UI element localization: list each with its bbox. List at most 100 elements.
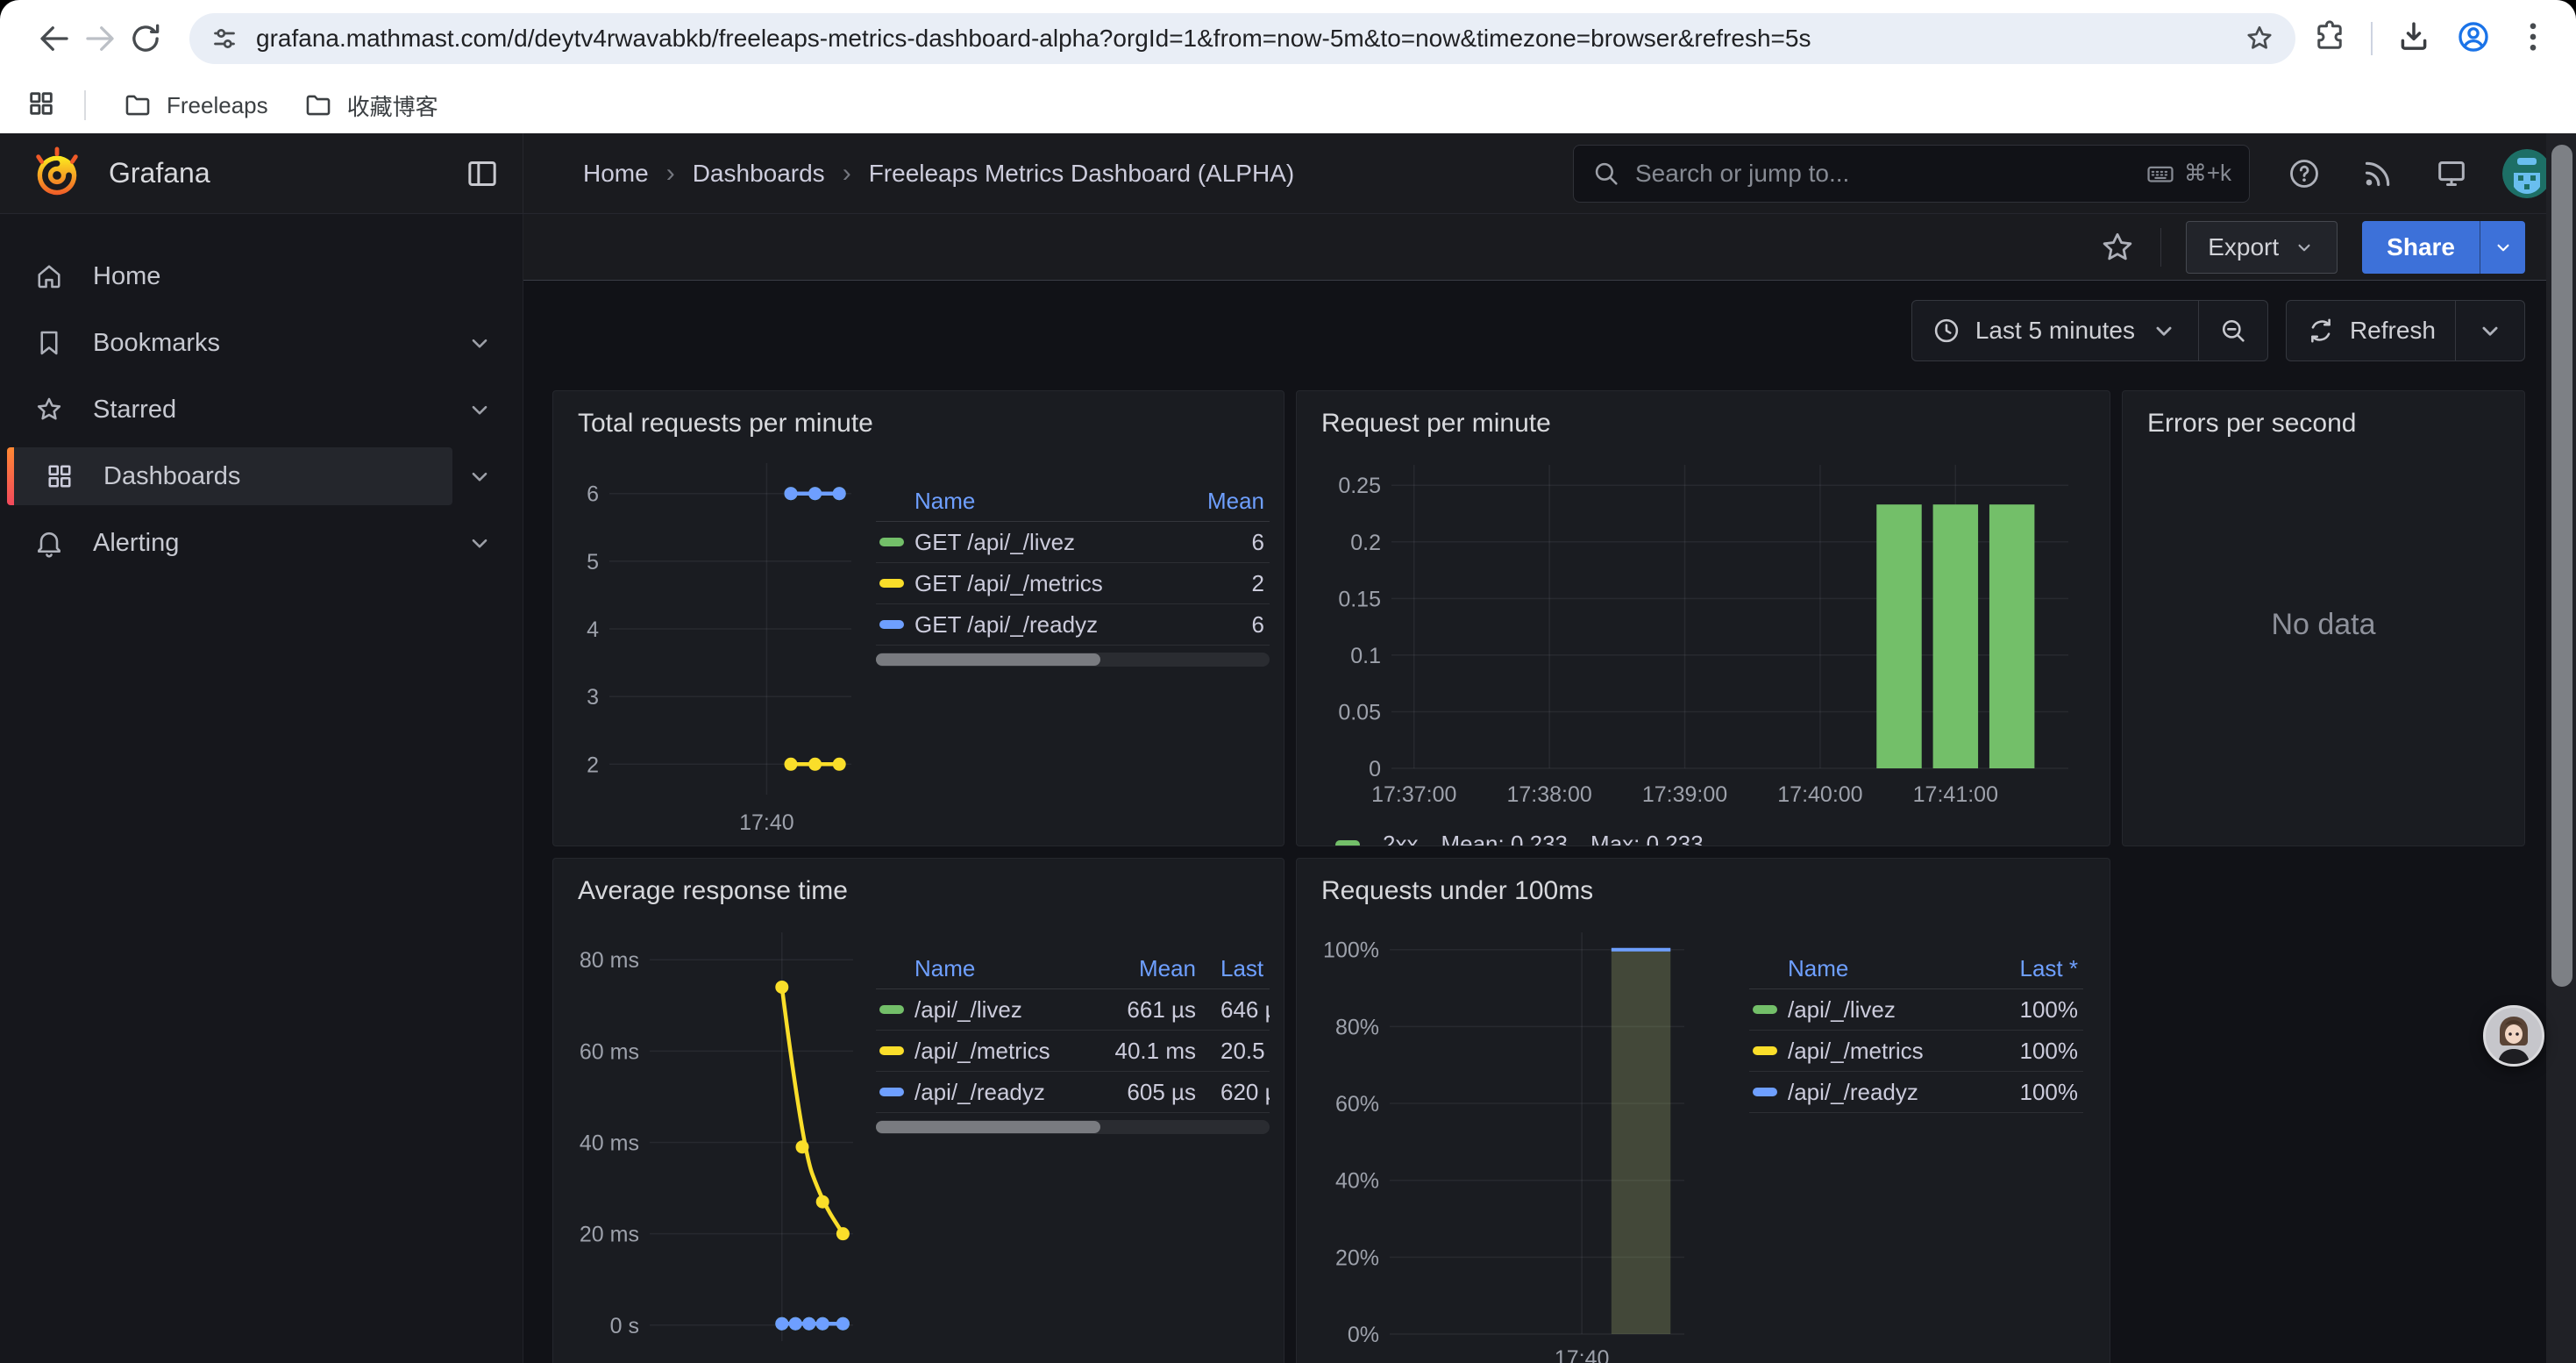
series-name[interactable]: /api/_/readyz (914, 1079, 1070, 1106)
svg-text:0: 0 (1369, 757, 1381, 781)
extensions-button[interactable] (2311, 18, 2348, 60)
toolbar-actions (2311, 18, 2551, 60)
sidebar-item-label: Dashboards (103, 462, 240, 491)
legend-col-name[interactable]: Name (914, 488, 1173, 515)
legend-col[interactable]: Last * (1201, 955, 1270, 982)
svg-text:17:40: 17:40 (739, 810, 794, 835)
news-button[interactable] (2355, 151, 2401, 196)
legend-col[interactable]: Last * (1980, 955, 2083, 982)
svg-text:0 s: 0 s (610, 1314, 639, 1338)
refresh-group: Refresh (2286, 300, 2525, 361)
legend-col-name[interactable]: Name (1788, 955, 1980, 982)
legend-col[interactable]: Mean (1173, 488, 1270, 515)
forward-button[interactable] (77, 16, 123, 61)
series-name[interactable]: 2xx (1383, 831, 1418, 846)
panel-title[interactable]: Average response time (567, 871, 1270, 917)
apps-grid-button[interactable] (26, 89, 56, 123)
requests-under-100ms-chart[interactable]: 100%80%60%40%20%0%17:40 (1311, 917, 1693, 1363)
refresh-button[interactable]: Refresh (2287, 301, 2455, 360)
sidebar-item-starred[interactable]: Starred (0, 381, 523, 439)
page-scrollbar-thumb[interactable] (2551, 145, 2572, 987)
back-button[interactable] (32, 16, 77, 61)
panel-canvas: Total requests per minute 6543217:40 Nam… (523, 390, 2576, 1363)
legend-table: NameMeanLast */api/_/livez661 µs646 µs/a… (862, 917, 1270, 1363)
share-button[interactable]: Share (2362, 221, 2480, 274)
downloads-button[interactable] (2395, 18, 2432, 60)
panel-title[interactable]: Total requests per minute (567, 403, 1270, 449)
legend-scrollbar-thumb[interactable] (876, 1121, 1100, 1133)
apps-grid-icon (26, 89, 56, 118)
chevron-down-icon[interactable] (465, 461, 495, 491)
series-name[interactable]: /api/_/metrics (914, 1038, 1070, 1065)
search-input[interactable] (1635, 160, 2145, 188)
kiosk-mode-button[interactable] (2429, 151, 2474, 196)
favorite-star-icon[interactable] (2099, 229, 2136, 266)
panel-request-per-minute[interactable]: Request per minute 0.250.20.150.10.05017… (1296, 390, 2110, 846)
legend-scrollbar[interactable] (876, 1120, 1270, 1134)
series-name[interactable]: /api/_/livez (1788, 996, 1980, 1024)
bookmark-star-icon[interactable] (2243, 22, 2276, 55)
sidebar: Home Bookmarks Starred (0, 214, 523, 1363)
series-name[interactable]: /api/_/metrics (1788, 1038, 1980, 1065)
sidebar-item-alerting[interactable]: Alerting (0, 514, 523, 572)
page-scrollbar-track[interactable] (2546, 133, 2576, 1363)
request-per-minute-chart[interactable]: 0.250.20.150.10.05017:37:0017:38:0017:39… (1311, 449, 2082, 817)
dock-sidebar-icon[interactable] (465, 156, 500, 191)
export-button[interactable]: Export (2186, 221, 2338, 274)
series-name[interactable]: GET /api/_/metrics (914, 570, 1173, 597)
sidebar-item-dashboards[interactable]: Dashboards (0, 447, 523, 505)
bookmark-folder-blogs[interactable]: 收藏博客 (289, 84, 452, 127)
breadcrumb: Home › Dashboards › Freeleaps Metrics Da… (583, 159, 1573, 189)
series-mean: Mean: 0.233 (1441, 831, 1568, 846)
series-name[interactable]: /api/_/livez (914, 996, 1070, 1024)
legend-scrollbar[interactable] (876, 653, 1270, 667)
total-requests-chart[interactable]: 6543217:40 (567, 449, 862, 846)
bookmark-folder-freeleaps[interactable]: Freeleaps (109, 85, 282, 125)
profile-button[interactable] (2455, 18, 2492, 60)
browser-menu-button[interactable] (2515, 18, 2551, 60)
reload-button[interactable] (123, 16, 168, 61)
series-name[interactable]: GET /api/_/readyz (914, 611, 1173, 639)
time-range-button[interactable]: Last 5 minutes (1912, 301, 2198, 360)
chevron-down-icon[interactable] (465, 328, 495, 358)
refresh-interval-button[interactable] (2455, 301, 2524, 360)
site-settings-icon[interactable] (209, 23, 240, 54)
panel-avg-response-time[interactable]: Average response time 80 ms60 ms40 ms20 … (552, 858, 1284, 1363)
nav-left: Grafana (0, 133, 523, 213)
legend-scrollbar-thumb[interactable] (876, 653, 1100, 666)
brand-name[interactable]: Grafana (109, 157, 465, 189)
search-box[interactable]: ⌘+k (1573, 145, 2250, 203)
breadcrumb-home[interactable]: Home (583, 160, 649, 188)
panel-requests-under-100ms[interactable]: Requests under 100ms 100%80%60%40%20%0%1… (1296, 858, 2110, 1363)
panel-errors-per-second[interactable]: Errors per second No data (2122, 390, 2525, 846)
help-button[interactable] (2281, 151, 2327, 196)
series-value: 6 (1173, 611, 1270, 639)
series-name[interactable]: /api/_/readyz (1788, 1079, 1980, 1106)
legend-header: NameLast * (1749, 948, 2083, 989)
avg-response-time-chart[interactable]: 80 ms60 ms40 ms20 ms0 s17:40 (567, 917, 862, 1363)
panel-title[interactable]: Request per minute (1311, 403, 2096, 449)
legend-row: GET /api/_/readyz6 (876, 604, 1270, 646)
breadcrumb-dashboards[interactable]: Dashboards (693, 160, 825, 188)
legend-col[interactable]: Mean (1070, 955, 1201, 982)
chevron-down-icon[interactable] (465, 528, 495, 558)
zoom-out-button[interactable] (2198, 301, 2267, 360)
legend-col-name[interactable]: Name (914, 955, 1070, 982)
series-name[interactable]: GET /api/_/livez (914, 529, 1173, 556)
floating-assistant-avatar[interactable] (2483, 1005, 2544, 1067)
chevron-down-icon[interactable] (465, 395, 495, 425)
user-avatar[interactable] (2502, 149, 2551, 198)
keyboard-icon (2145, 159, 2175, 189)
url-bar[interactable]: grafana.mathmast.com/d/deytv4rwavabkb/fr… (189, 13, 2295, 64)
search-shortcut: ⌘+k (2145, 159, 2231, 189)
url-text[interactable]: grafana.mathmast.com/d/deytv4rwavabkb/fr… (256, 25, 2243, 53)
breadcrumb-current[interactable]: Freeleaps Metrics Dashboard (ALPHA) (869, 160, 1295, 188)
sidebar-item-home[interactable]: Home (0, 247, 523, 305)
panel-total-requests[interactable]: Total requests per minute 6543217:40 Nam… (552, 390, 1284, 846)
share-menu-button[interactable] (2480, 221, 2525, 274)
grafana-logo[interactable] (30, 146, 84, 201)
panel-title[interactable]: Requests under 100ms (1311, 871, 2096, 917)
svg-text:40%: 40% (1335, 1169, 1379, 1194)
panel-title[interactable]: Errors per second (2137, 403, 2510, 449)
sidebar-item-bookmarks[interactable]: Bookmarks (0, 314, 523, 372)
